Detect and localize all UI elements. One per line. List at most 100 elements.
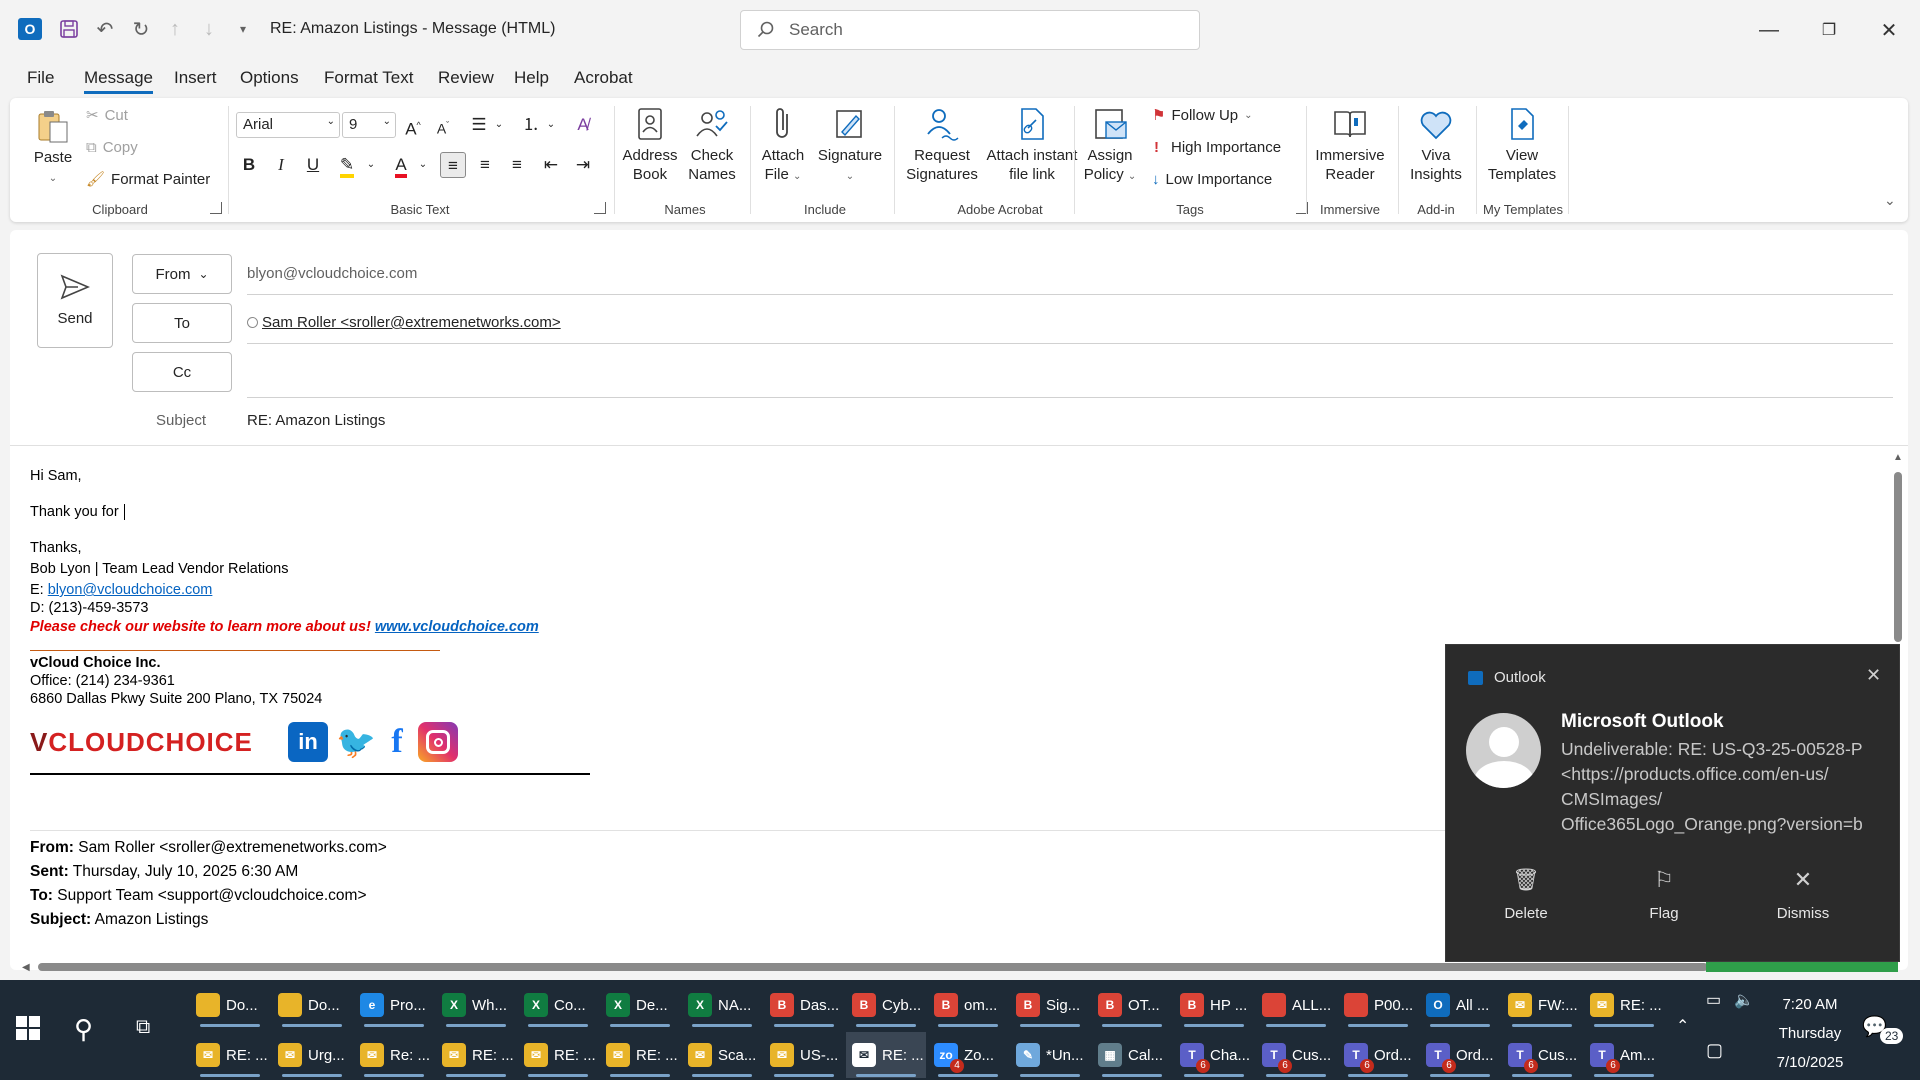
cc-field[interactable]	[247, 364, 1893, 398]
taskbar-app-button[interactable]: ✉ RE: ...	[600, 1032, 680, 1078]
decrease-indent-icon[interactable]: ⇤	[538, 152, 564, 178]
assign-policy-button[interactable]: Assign Policy ⌄	[1080, 106, 1140, 186]
font-size-select[interactable]: 9 ⌄	[342, 112, 396, 138]
recipient-chip[interactable]: Sam Roller <sroller@extremenetworks.com>	[262, 314, 561, 331]
tab-help[interactable]: Help	[514, 68, 549, 88]
tab-file[interactable]: File	[27, 68, 54, 88]
numbering-dropdown-icon[interactable]: ⌄	[538, 112, 564, 138]
taskbar-app-button[interactable]: T 6 Cus...	[1502, 1032, 1582, 1078]
redo-icon[interactable]: ↻	[128, 16, 154, 42]
website-link[interactable]: www.vcloudchoice.com	[375, 619, 539, 635]
taskbar-app-button[interactable]: T 6 Ord...	[1420, 1032, 1500, 1078]
signature-email-link[interactable]: blyon@vcloudchoice.com	[48, 582, 213, 598]
taskbar-app-button[interactable]: ▦ Cal...	[1092, 1032, 1172, 1078]
align-left-icon[interactable]: ≡	[440, 152, 466, 178]
taskbar-app-button[interactable]: ✉ Sca...	[682, 1032, 762, 1078]
instagram-icon[interactable]	[418, 722, 458, 762]
italic-icon[interactable]: I	[268, 152, 294, 178]
attach-instant-link-button[interactable]: Attach instant file link	[974, 106, 1090, 184]
taskbar-app-button[interactable]: B OT...	[1092, 982, 1172, 1028]
from-field[interactable]: blyon@vcloudchoice.com	[247, 265, 1893, 295]
shrink-font-icon[interactable]: Aˇ	[430, 112, 456, 138]
volume-icon[interactable]: 🔈	[1734, 990, 1754, 1010]
cut-button[interactable]: ✂ Cut	[86, 106, 128, 125]
tab-insert[interactable]: Insert	[174, 68, 217, 88]
low-importance-button[interactable]: ↓ Low Importance	[1152, 170, 1272, 189]
minimize-button[interactable]: —	[1746, 10, 1792, 50]
facebook-icon[interactable]: f	[384, 722, 410, 762]
increase-indent-icon[interactable]: ⇥	[570, 152, 596, 178]
taskbar-app-button[interactable]: ✉ US-...	[764, 1032, 844, 1078]
twitter-icon[interactable]: 🐦	[336, 722, 376, 762]
search-input[interactable]: Search	[740, 10, 1200, 50]
scrollbar-thumb[interactable]	[1894, 472, 1902, 642]
close-button[interactable]: ✕	[1866, 10, 1912, 50]
from-button[interactable]: From ⌄	[132, 254, 232, 294]
tab-options[interactable]: Options	[240, 68, 299, 88]
underline-icon[interactable]: U	[300, 152, 326, 178]
signature-button[interactable]: Signature ⌄	[808, 106, 892, 186]
taskbar-app-button[interactable]: B Sig...	[1010, 982, 1090, 1028]
taskbar-app-button[interactable]: O All ...	[1420, 982, 1500, 1028]
scroll-up-icon[interactable]: ▲	[1893, 452, 1903, 463]
toast-flag-button[interactable]: ⚐ Flag	[1604, 867, 1724, 922]
align-right-icon[interactable]: ≡	[504, 152, 530, 178]
tab-format-text[interactable]: Format Text	[324, 68, 413, 88]
check-names-button[interactable]: Check Names	[682, 106, 742, 184]
search-icon[interactable]: ⚲	[74, 1014, 93, 1045]
clear-formatting-icon[interactable]: A̸	[570, 112, 596, 138]
show-hidden-icons[interactable]: ⌃	[1676, 1016, 1689, 1036]
taskbar-app-button[interactable]: ✉ RE: ...	[518, 1032, 598, 1078]
grow-font-icon[interactable]: A^	[400, 112, 426, 139]
taskbar-app-button[interactable]: ✉ FW:...	[1502, 982, 1582, 1028]
body-line[interactable]: Thank you for	[30, 504, 129, 520]
windows-start-icon[interactable]	[16, 1016, 40, 1040]
taskbar-app-button[interactable]: zo 4 Zo...	[928, 1032, 1008, 1078]
view-templates-button[interactable]: View Templates	[1482, 106, 1562, 184]
send-button[interactable]: Send	[37, 253, 113, 348]
high-importance-button[interactable]: ! High Importance	[1154, 138, 1281, 157]
format-painter-button[interactable]: 🖌 Format Painter	[86, 170, 210, 189]
follow-up-button[interactable]: ⚑ Follow Up ⌄	[1152, 106, 1253, 125]
taskbar-app-button[interactable]: T 6 Cus...	[1256, 1032, 1336, 1078]
customize-toolbar-icon[interactable]: ▾	[230, 16, 256, 42]
battery-icon[interactable]: ▭	[1706, 990, 1721, 1010]
task-view-icon[interactable]: ⧉	[136, 1016, 150, 1039]
bold-icon[interactable]: B	[236, 152, 262, 178]
cc-button[interactable]: Cc	[132, 352, 232, 392]
taskbar-app-button[interactable]: B Das...	[764, 982, 844, 1028]
taskbar-app-button[interactable]: e Pro...	[354, 982, 434, 1028]
copy-button[interactable]: ⧉ Copy	[86, 138, 138, 157]
attach-file-button[interactable]: Attach File ⌄	[754, 106, 812, 186]
viva-insights-button[interactable]: Viva Insights	[1404, 106, 1468, 184]
request-signatures-button[interactable]: Request Signatures	[898, 106, 986, 184]
taskbar-app-button[interactable]: ✉ Re: ...	[354, 1032, 434, 1078]
taskbar-app-button[interactable]: Do...	[272, 982, 352, 1028]
linkedin-icon[interactable]: in	[288, 722, 328, 762]
previous-item-icon[interactable]: ↑	[162, 16, 188, 42]
taskbar-app-button[interactable]: Do...	[190, 982, 270, 1028]
taskbar-app-button[interactable]: ALL...	[1256, 982, 1336, 1028]
collapse-ribbon-icon[interactable]: ⌄	[1884, 192, 1896, 209]
taskbar-app-button[interactable]: B Cyb...	[846, 982, 926, 1028]
horizontal-scrollbar[interactable]	[38, 963, 1708, 971]
save-icon[interactable]	[56, 16, 82, 42]
restore-button[interactable]: ❐	[1806, 10, 1852, 50]
immersive-reader-button[interactable]: Immersive Reader	[1312, 106, 1388, 184]
taskbar-app-button[interactable]: ✉ RE: ...	[436, 1032, 516, 1078]
toast-close-icon[interactable]: ✕	[1866, 665, 1881, 686]
taskbar-app-button[interactable]: T 6 Ord...	[1338, 1032, 1418, 1078]
align-center-icon[interactable]: ≡	[472, 152, 498, 178]
tab-message[interactable]: Message	[84, 68, 153, 94]
highlight-icon[interactable]: ✎	[334, 152, 360, 178]
notification-toast[interactable]: Outlook ✕ Microsoft Outlook Undeliverabl…	[1445, 644, 1900, 962]
taskbar-app-button[interactable]: X NA...	[682, 982, 762, 1028]
toast-dismiss-button[interactable]: ✕ Dismiss	[1743, 867, 1863, 922]
taskbar-app-button[interactable]: ✉ RE: ...	[846, 1032, 926, 1078]
address-book-button[interactable]: Address Book	[620, 106, 680, 184]
taskbar-app-button[interactable]: ✉ RE: ...	[190, 1032, 270, 1078]
taskbar-app-button[interactable]: ✉ RE: ...	[1584, 982, 1664, 1028]
clipboard-launcher[interactable]	[210, 202, 222, 214]
tab-review[interactable]: Review	[438, 68, 494, 88]
highlight-dropdown-icon[interactable]: ⌄	[358, 152, 384, 178]
